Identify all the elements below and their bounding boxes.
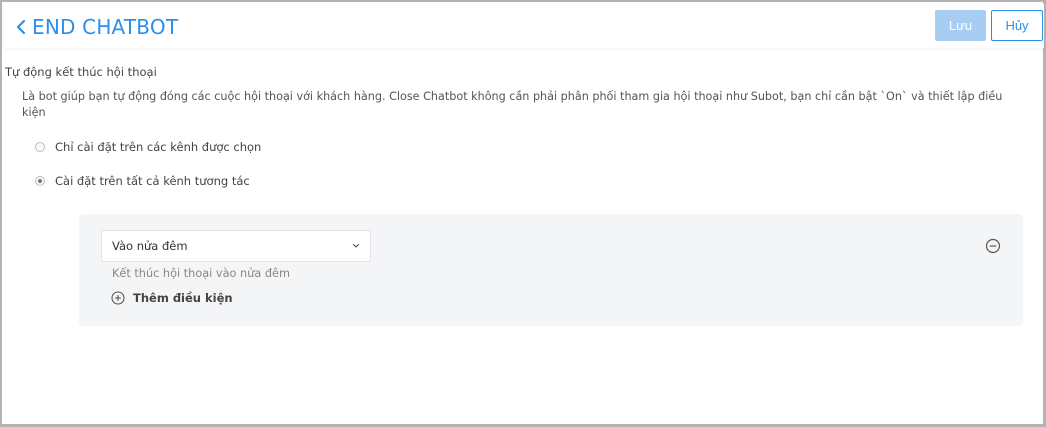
condition-select[interactable]: Vào nửa đêm [101,230,371,262]
radio-button[interactable] [35,142,45,152]
add-condition-button[interactable]: Thêm điều kiện [111,291,233,305]
condition-select-value: Vào nửa đêm [112,239,188,253]
radio-option-selected-channels[interactable]: Chỉ cài đặt trên các kênh được chọn [35,140,261,154]
condition-description: Kết thúc hội thoại vào nửa đêm [112,267,290,280]
save-button[interactable]: Lưu [935,10,986,41]
radio-option-all-channels[interactable]: Cài đặt trên tất cả kênh tương tác [35,174,250,188]
radio-button[interactable] [35,176,45,186]
chevron-down-icon [352,243,360,248]
back-link[interactable]: END CHATBOT [14,14,178,40]
condition-panel: Vào nửa đêm Kết thúc hội thoại vào nửa đ… [79,214,1023,326]
chevron-left-icon [16,19,26,35]
plus-circle-icon [111,291,125,305]
minus-circle-icon[interactable] [985,238,1001,254]
add-condition-label: Thêm điều kiện [133,291,233,305]
end-chatbot-window: END CHATBOT Lưu Hủy Tự động kết thúc hội… [0,0,1046,427]
section-title: Tự động kết thúc hội thoại [5,65,157,79]
page-header: END CHATBOT Lưu Hủy [4,4,1044,48]
section-description: Là bot giúp bạn tự động đóng các cuộc hộ… [22,90,1003,119]
radio-label: Chỉ cài đặt trên các kênh được chọn [55,140,262,154]
page-title: END CHATBOT [32,15,179,39]
radio-label: Cài đặt trên tất cả kênh tương tác [55,174,250,188]
cancel-button[interactable]: Hủy [991,10,1043,41]
